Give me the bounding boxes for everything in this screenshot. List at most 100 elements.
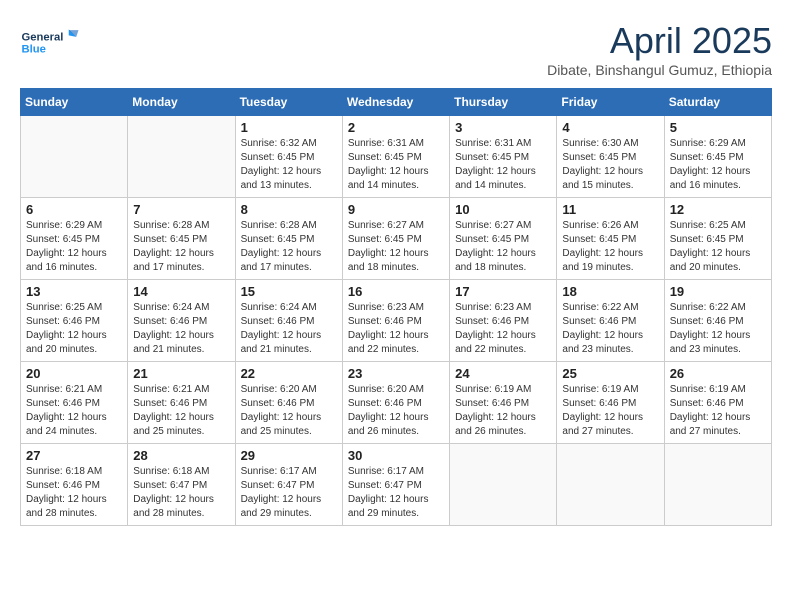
page-header: General Blue April 2025 Dibate, Binshang… (20, 20, 772, 78)
day-info: Sunrise: 6:31 AM Sunset: 6:45 PM Dayligh… (348, 137, 444, 193)
day-info: Sunrise: 6:25 AM Sunset: 6:46 PM Dayligh… (26, 301, 122, 357)
day-info: Sunrise: 6:26 AM Sunset: 6:45 PM Dayligh… (562, 219, 658, 275)
day-number: 16 (348, 284, 444, 299)
day-number: 20 (26, 366, 122, 381)
calendar-cell: 4 Sunrise: 6:30 AM Sunset: 6:45 PM Daylig… (557, 116, 664, 198)
calendar-cell: 16 Sunrise: 6:23 AM Sunset: 6:46 PM Dayli… (342, 280, 449, 362)
calendar-cell (21, 116, 128, 198)
calendar-cell: 19 Sunrise: 6:22 AM Sunset: 6:46 PM Dayli… (664, 280, 771, 362)
calendar-header-row: SundayMondayTuesdayWednesdayThursdayFrid… (21, 89, 772, 116)
weekday-header: Wednesday (342, 89, 449, 116)
calendar-cell: 15 Sunrise: 6:24 AM Sunset: 6:46 PM Dayli… (235, 280, 342, 362)
weekday-header: Thursday (450, 89, 557, 116)
weekday-header: Tuesday (235, 89, 342, 116)
calendar-cell: 20Sunrise: 6:21 AM Sunset: 6:46 PM Dayli… (21, 362, 128, 444)
month-title: April 2025 (547, 20, 772, 62)
day-info: Sunrise: 6:23 AM Sunset: 6:46 PM Dayligh… (455, 301, 551, 357)
location-subtitle: Dibate, Binshangul Gumuz, Ethiopia (547, 62, 772, 78)
day-number: 3 (455, 120, 551, 135)
day-info: Sunrise: 6:28 AM Sunset: 6:45 PM Dayligh… (241, 219, 337, 275)
day-number: 12 (670, 202, 766, 217)
calendar-cell: 29 Sunrise: 6:17 AM Sunset: 6:47 PM Dayli… (235, 444, 342, 526)
day-number: 28 (133, 448, 229, 463)
day-info: Sunrise: 6:30 AM Sunset: 6:45 PM Dayligh… (562, 137, 658, 193)
calendar-cell: 11 Sunrise: 6:26 AM Sunset: 6:45 PM Dayli… (557, 198, 664, 280)
calendar-cell: 24 Sunrise: 6:19 AM Sunset: 6:46 PM Dayli… (450, 362, 557, 444)
weekday-header: Friday (557, 89, 664, 116)
day-number: 15 (241, 284, 337, 299)
day-number: 27 (26, 448, 122, 463)
day-number: 14 (133, 284, 229, 299)
day-number: 23 (348, 366, 444, 381)
day-info: Sunrise: 6:27 AM Sunset: 6:45 PM Dayligh… (348, 219, 444, 275)
calendar-week-row: 20Sunrise: 6:21 AM Sunset: 6:46 PM Dayli… (21, 362, 772, 444)
calendar-cell: 12 Sunrise: 6:25 AM Sunset: 6:45 PM Dayli… (664, 198, 771, 280)
day-info: Sunrise: 6:31 AM Sunset: 6:45 PM Dayligh… (455, 137, 551, 193)
day-info: Sunrise: 6:28 AM Sunset: 6:45 PM Dayligh… (133, 219, 229, 275)
day-number: 10 (455, 202, 551, 217)
day-number: 7 (133, 202, 229, 217)
calendar-cell: 27 Sunrise: 6:18 AM Sunset: 6:46 PM Dayli… (21, 444, 128, 526)
day-info: Sunrise: 6:18 AM Sunset: 6:46 PM Dayligh… (26, 465, 122, 521)
day-info: Sunrise: 6:19 AM Sunset: 6:46 PM Dayligh… (670, 383, 766, 439)
day-info: Sunrise: 6:20 AM Sunset: 6:46 PM Dayligh… (241, 383, 337, 439)
svg-text:Blue: Blue (22, 44, 46, 56)
day-info: Sunrise: 6:24 AM Sunset: 6:46 PM Dayligh… (133, 301, 229, 357)
calendar-table: SundayMondayTuesdayWednesdayThursdayFrid… (20, 88, 772, 526)
calendar-cell (128, 116, 235, 198)
title-section: April 2025 Dibate, Binshangul Gumuz, Eth… (547, 20, 772, 78)
calendar-cell: 14 Sunrise: 6:24 AM Sunset: 6:46 PM Dayli… (128, 280, 235, 362)
calendar-cell: 28Sunrise: 6:18 AM Sunset: 6:47 PM Dayli… (128, 444, 235, 526)
calendar-cell (664, 444, 771, 526)
calendar-cell: 13 Sunrise: 6:25 AM Sunset: 6:46 PM Dayli… (21, 280, 128, 362)
calendar-cell: 2 Sunrise: 6:31 AM Sunset: 6:45 PM Daylig… (342, 116, 449, 198)
calendar-cell: 7 Sunrise: 6:28 AM Sunset: 6:45 PM Daylig… (128, 198, 235, 280)
day-number: 8 (241, 202, 337, 217)
day-number: 13 (26, 284, 122, 299)
day-info: Sunrise: 6:29 AM Sunset: 6:45 PM Dayligh… (670, 137, 766, 193)
day-number: 9 (348, 202, 444, 217)
logo-svg: General Blue (20, 20, 80, 65)
day-info: Sunrise: 6:19 AM Sunset: 6:46 PM Dayligh… (455, 383, 551, 439)
calendar-week-row: 13 Sunrise: 6:25 AM Sunset: 6:46 PM Dayli… (21, 280, 772, 362)
day-number: 26 (670, 366, 766, 381)
day-number: 24 (455, 366, 551, 381)
svg-text:General: General (22, 32, 64, 44)
calendar-week-row: 6 Sunrise: 6:29 AM Sunset: 6:45 PM Daylig… (21, 198, 772, 280)
logo: General Blue (20, 20, 80, 65)
calendar-cell: 23Sunrise: 6:20 AM Sunset: 6:46 PM Dayli… (342, 362, 449, 444)
calendar-cell: 18Sunrise: 6:22 AM Sunset: 6:46 PM Dayli… (557, 280, 664, 362)
calendar-cell: 25Sunrise: 6:19 AM Sunset: 6:46 PM Dayli… (557, 362, 664, 444)
day-number: 29 (241, 448, 337, 463)
day-number: 11 (562, 202, 658, 217)
day-number: 6 (26, 202, 122, 217)
day-info: Sunrise: 6:23 AM Sunset: 6:46 PM Dayligh… (348, 301, 444, 357)
calendar-week-row: 27 Sunrise: 6:18 AM Sunset: 6:46 PM Dayli… (21, 444, 772, 526)
day-number: 4 (562, 120, 658, 135)
calendar-cell: 17 Sunrise: 6:23 AM Sunset: 6:46 PM Dayli… (450, 280, 557, 362)
calendar-cell: 22Sunrise: 6:20 AM Sunset: 6:46 PM Dayli… (235, 362, 342, 444)
day-info: Sunrise: 6:19 AM Sunset: 6:46 PM Dayligh… (562, 383, 658, 439)
day-number: 19 (670, 284, 766, 299)
day-number: 5 (670, 120, 766, 135)
day-number: 2 (348, 120, 444, 135)
calendar-cell: 26 Sunrise: 6:19 AM Sunset: 6:46 PM Dayli… (664, 362, 771, 444)
day-number: 30 (348, 448, 444, 463)
weekday-header: Sunday (21, 89, 128, 116)
calendar-cell: 6 Sunrise: 6:29 AM Sunset: 6:45 PM Daylig… (21, 198, 128, 280)
day-info: Sunrise: 6:32 AM Sunset: 6:45 PM Dayligh… (241, 137, 337, 193)
calendar-cell: 3 Sunrise: 6:31 AM Sunset: 6:45 PM Daylig… (450, 116, 557, 198)
day-info: Sunrise: 6:17 AM Sunset: 6:47 PM Dayligh… (241, 465, 337, 521)
day-info: Sunrise: 6:22 AM Sunset: 6:46 PM Dayligh… (670, 301, 766, 357)
day-number: 21 (133, 366, 229, 381)
calendar-week-row: 1 Sunrise: 6:32 AM Sunset: 6:45 PM Daylig… (21, 116, 772, 198)
day-number: 18 (562, 284, 658, 299)
calendar-cell: 30Sunrise: 6:17 AM Sunset: 6:47 PM Dayli… (342, 444, 449, 526)
day-info: Sunrise: 6:29 AM Sunset: 6:45 PM Dayligh… (26, 219, 122, 275)
day-info: Sunrise: 6:25 AM Sunset: 6:45 PM Dayligh… (670, 219, 766, 275)
day-number: 17 (455, 284, 551, 299)
day-info: Sunrise: 6:24 AM Sunset: 6:46 PM Dayligh… (241, 301, 337, 357)
calendar-cell: 5 Sunrise: 6:29 AM Sunset: 6:45 PM Daylig… (664, 116, 771, 198)
day-number: 1 (241, 120, 337, 135)
weekday-header: Saturday (664, 89, 771, 116)
